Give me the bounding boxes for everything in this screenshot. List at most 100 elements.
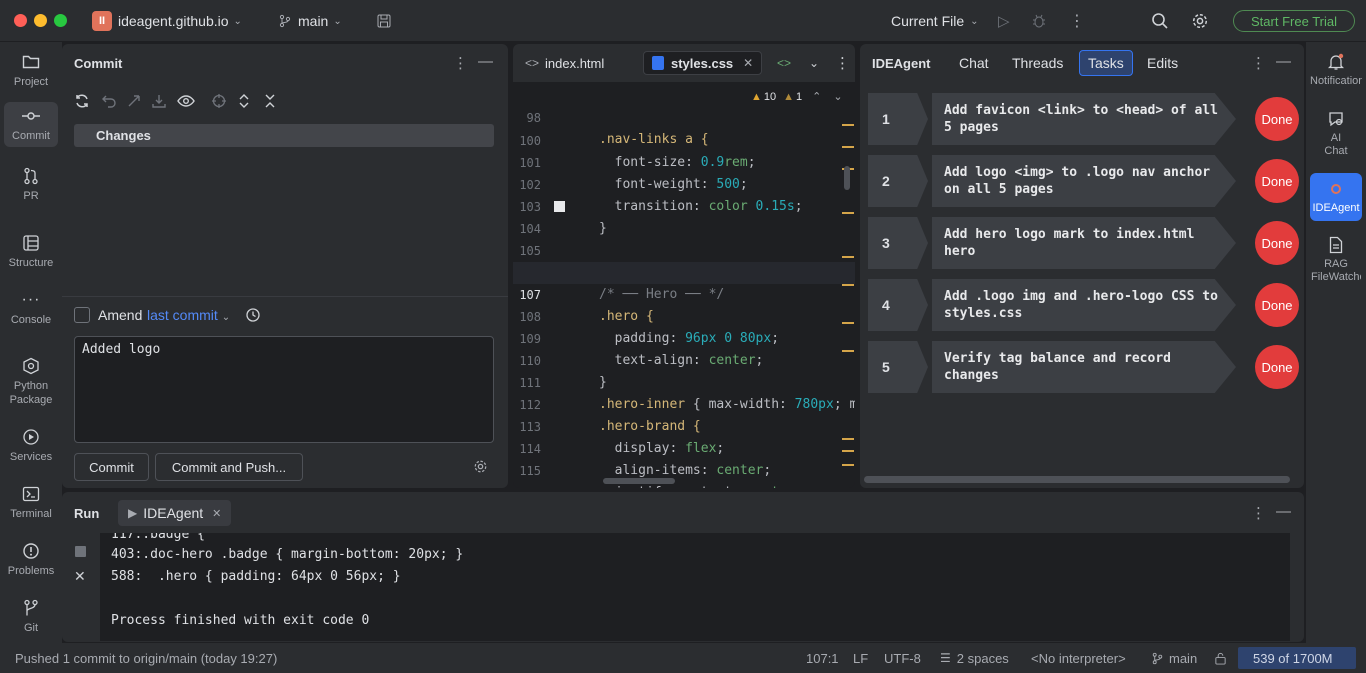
more-actions-icon[interactable]: ⋮ [1069,0,1085,42]
run-config-selector[interactable]: Current File ⌄ [891,0,979,42]
tool-services[interactable]: Services [4,427,58,464]
tab-tasks[interactable]: Tasks [1079,50,1133,76]
task-text[interactable]: Verify tag balance and record changes [932,341,1236,393]
lock-icon[interactable] [1214,643,1227,673]
refresh-icon[interactable] [74,93,90,112]
warning-marker[interactable] [842,450,854,452]
history-clock-icon[interactable] [245,307,261,326]
task-text[interactable]: Add hero logo mark to index.html hero [932,217,1236,269]
run-tab-ideagent[interactable]: ▶ IDEAgent ✕ [118,500,231,526]
commit-message-input[interactable]: Added logo [74,336,494,443]
tool-console[interactable]: ··· Console [4,290,58,327]
line-separator[interactable]: LF [853,643,868,673]
start-free-trial-button[interactable]: Start Free Trial [1233,10,1355,32]
indent-setting[interactable]: ☰ 2 spaces [940,643,1009,673]
code-line[interactable]: 110 } [513,328,855,390]
close-window-button[interactable] [14,14,27,27]
target-icon[interactable] [211,93,227,112]
tool-structure[interactable]: Structure [4,233,58,270]
code-line[interactable]: 108 padding: 96px 0 80px; [513,284,855,346]
color-swatch[interactable] [554,201,565,212]
zoom-window-button[interactable] [54,14,67,27]
code-line[interactable]: 115 justify-content: center; [513,438,855,488]
tab-chat[interactable]: Chat [951,50,997,76]
code-line[interactable]: 113 display: flex; [513,394,855,456]
debug-icon[interactable] [1031,0,1047,42]
tool-rag-filewatcher[interactable]: RAG FileWatcher [1310,235,1362,284]
inspection-widget[interactable]: ▲ 10 ▲ 1 ⌃ ⌄ [751,90,843,104]
search-icon[interactable] [1151,0,1169,42]
warning-marker[interactable] [842,256,854,258]
code-line[interactable]: 101 font-weight: 500; [513,130,855,192]
tool-git[interactable]: Git [4,598,58,635]
task-done-button[interactable]: Done [1255,221,1299,265]
warning-marker[interactable] [842,124,854,126]
git-branch-widget[interactable]: main [1151,643,1197,673]
branch-selector[interactable]: main ⌄ [278,0,342,42]
code-line[interactable]: 106 /* ── Hero ── */ [513,240,855,302]
stop-icon[interactable] [75,546,86,557]
interpreter-selector[interactable]: <No interpreter> [1031,643,1126,673]
editor-options-icon[interactable]: ⋮ [827,51,855,75]
update-icon[interactable] [126,93,142,112]
warning-marker[interactable] [842,438,854,440]
status-message[interactable]: Pushed 1 commit to origin/main (today 19… [15,643,277,673]
chevron-down-icon[interactable]: ⌄ [801,51,827,75]
task-text[interactable]: Add logo <img> to .logo nav anchor on al… [932,155,1236,207]
warning-marker[interactable] [842,146,854,148]
expand-all-icon[interactable] [237,93,251,112]
eye-icon[interactable] [177,93,195,112]
tool-commit[interactable]: Commit [4,102,58,147]
tab-threads[interactable]: Threads [1004,50,1071,76]
minimize-window-button[interactable] [34,14,47,27]
code-line[interactable]: 100 font-size: 0.9rem; [513,108,855,170]
code-line[interactable]: 114 align-items: center; [513,416,855,478]
ideagent-options-icon[interactable]: ⋮ [1251,54,1266,72]
commit-panel-options-icon[interactable]: ⋮ [453,54,468,72]
code-line[interactable]: 116 gap: 14px; [513,460,855,488]
rollback-icon[interactable] [101,93,117,112]
warning-marker[interactable] [842,350,854,352]
tool-pr[interactable]: PR [4,166,58,203]
task-text[interactable]: Add .logo img and .hero-logo CSS to styl… [932,279,1236,331]
previous-highlight-icon[interactable]: ⌃ [812,90,821,103]
memory-indicator[interactable]: 539 of 1700M [1238,647,1356,669]
horizontal-scrollbar-thumb[interactable] [603,478,675,484]
commit-panel-hide-icon[interactable]: — [478,53,493,70]
run-hide-icon[interactable]: — [1276,503,1291,520]
settings-gear-icon[interactable] [1191,0,1209,42]
tool-project[interactable]: Project [4,52,58,89]
tool-notifications[interactable]: Notifications [1310,52,1362,88]
code-line[interactable]: 104 .nav-links a:hover { color: var(-- [513,196,855,280]
tool-problems[interactable]: Problems [4,541,58,578]
run-options-icon[interactable]: ⋮ [1251,504,1266,522]
commit-settings-gear-icon[interactable] [473,459,488,477]
amend-checkbox[interactable] [74,307,90,323]
tool-terminal[interactable]: Terminal [4,484,58,521]
warning-marker[interactable] [842,464,854,466]
save-icon[interactable] [376,0,392,42]
warning-marker[interactable] [842,212,854,214]
file-encoding[interactable]: UTF-8 [884,643,921,673]
last-commit-link[interactable]: last commit ⌄ [147,307,230,323]
task-done-button[interactable]: Done [1255,345,1299,389]
tab-styles-css[interactable]: styles.css ✕ [643,51,763,75]
project-selector[interactable]: II ideagent.github.io ⌄ [92,0,242,42]
ideagent-hide-icon[interactable]: — [1276,53,1291,70]
task-text[interactable]: Add favicon <link> to <head> of all 5 pa… [932,93,1236,145]
code-line[interactable]: 105 [513,218,855,258]
shelve-icon[interactable] [151,93,167,112]
collapse-all-icon[interactable] [263,93,277,112]
run-icon[interactable]: ▷ [998,0,1010,42]
vertical-scrollbar-thumb[interactable] [844,166,850,190]
code-line-current[interactable]: 107 .hero { [513,262,855,324]
close-tab-icon[interactable]: ✕ [743,56,753,70]
code-line[interactable]: 102 transition: color 0.15s; [513,152,855,214]
code-line[interactable]: 112 .hero-brand { [513,372,855,434]
commit-button[interactable]: Commit [74,453,149,481]
task-done-button[interactable]: Done [1255,159,1299,203]
html-preview-icon[interactable]: <> [769,51,799,75]
tool-ai-chat[interactable]: AI Chat [1310,109,1362,158]
ideagent-horizontal-scrollbar[interactable] [864,476,1290,483]
task-done-button[interactable]: Done [1255,97,1299,141]
